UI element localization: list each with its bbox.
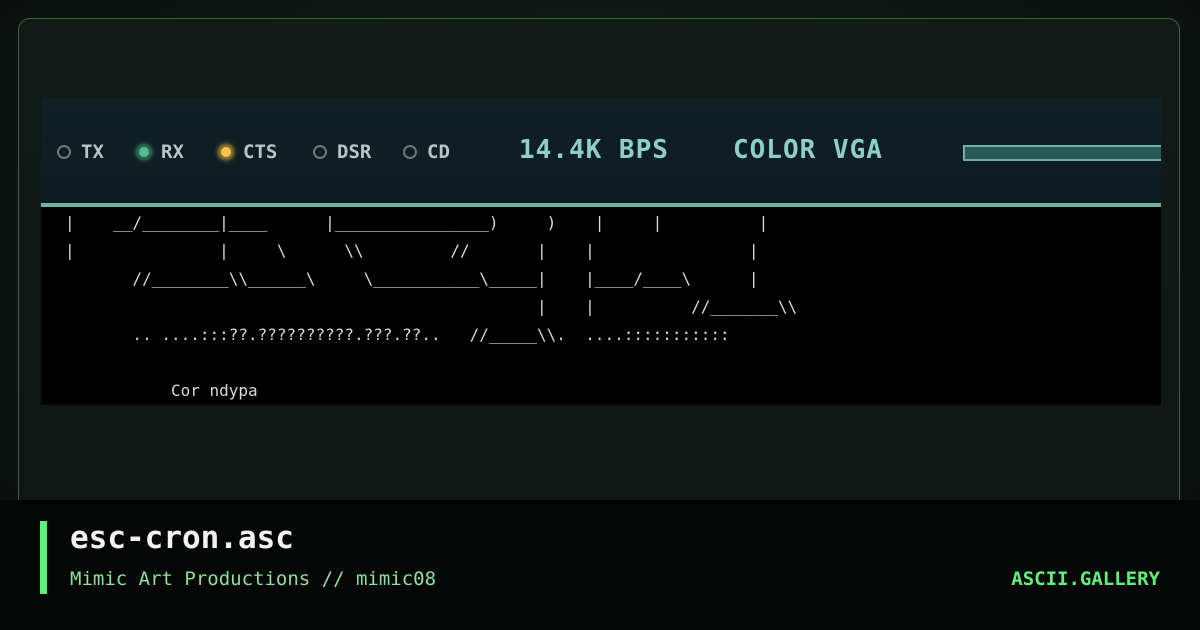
cd-led-icon [403, 145, 417, 159]
rx-indicator: RX [137, 139, 184, 165]
file-title: esc-cron.asc [70, 520, 294, 556]
dsr-led-icon [313, 145, 327, 159]
terminal-screen: TX RX CTS DSR CD 14.4K BPS COLOR VGA | _… [41, 97, 1161, 405]
dsr-indicator: DSR [313, 139, 371, 165]
cts-led-icon [219, 145, 233, 159]
cd-indicator: CD [403, 139, 450, 165]
display-mode-readout: COLOR VGA [733, 135, 883, 165]
tx-indicator: TX [57, 139, 104, 165]
rx-led-icon [137, 145, 151, 159]
ascii-line: Cor ndypa [65, 381, 258, 400]
site-brand[interactable]: ASCII.GALLERY [1011, 568, 1160, 590]
rx-label: RX [161, 141, 184, 163]
ascii-line: | __/________|____ |________________) ) … [65, 213, 769, 232]
tx-label: TX [81, 141, 104, 163]
ascii-artwork: | __/________|____ |________________) ) … [65, 209, 797, 405]
signal-meter [963, 145, 1161, 161]
accent-bar [40, 521, 47, 594]
cd-label: CD [427, 141, 450, 163]
ascii-line: .. ....:::??.??????????.???.??.. //_____… [65, 325, 730, 344]
ascii-line: | | \ \\ // | | | [65, 241, 759, 260]
tx-led-icon [57, 145, 71, 159]
author-credit: Mimic Art Productions // mimic08 [70, 568, 437, 590]
ascii-line: | | //_______\\ [65, 297, 798, 316]
baud-rate-readout: 14.4K BPS [519, 135, 669, 165]
dsr-label: DSR [337, 141, 372, 163]
footer-bar: esc-cron.asc Mimic Art Productions // mi… [0, 500, 1200, 630]
cts-label: CTS [243, 141, 278, 163]
modem-status-bar: TX RX CTS DSR CD 14.4K BPS COLOR VGA [41, 97, 1161, 207]
ascii-line: //________\\______\ \___________\_____| … [65, 269, 759, 288]
cts-indicator: CTS [219, 139, 277, 165]
